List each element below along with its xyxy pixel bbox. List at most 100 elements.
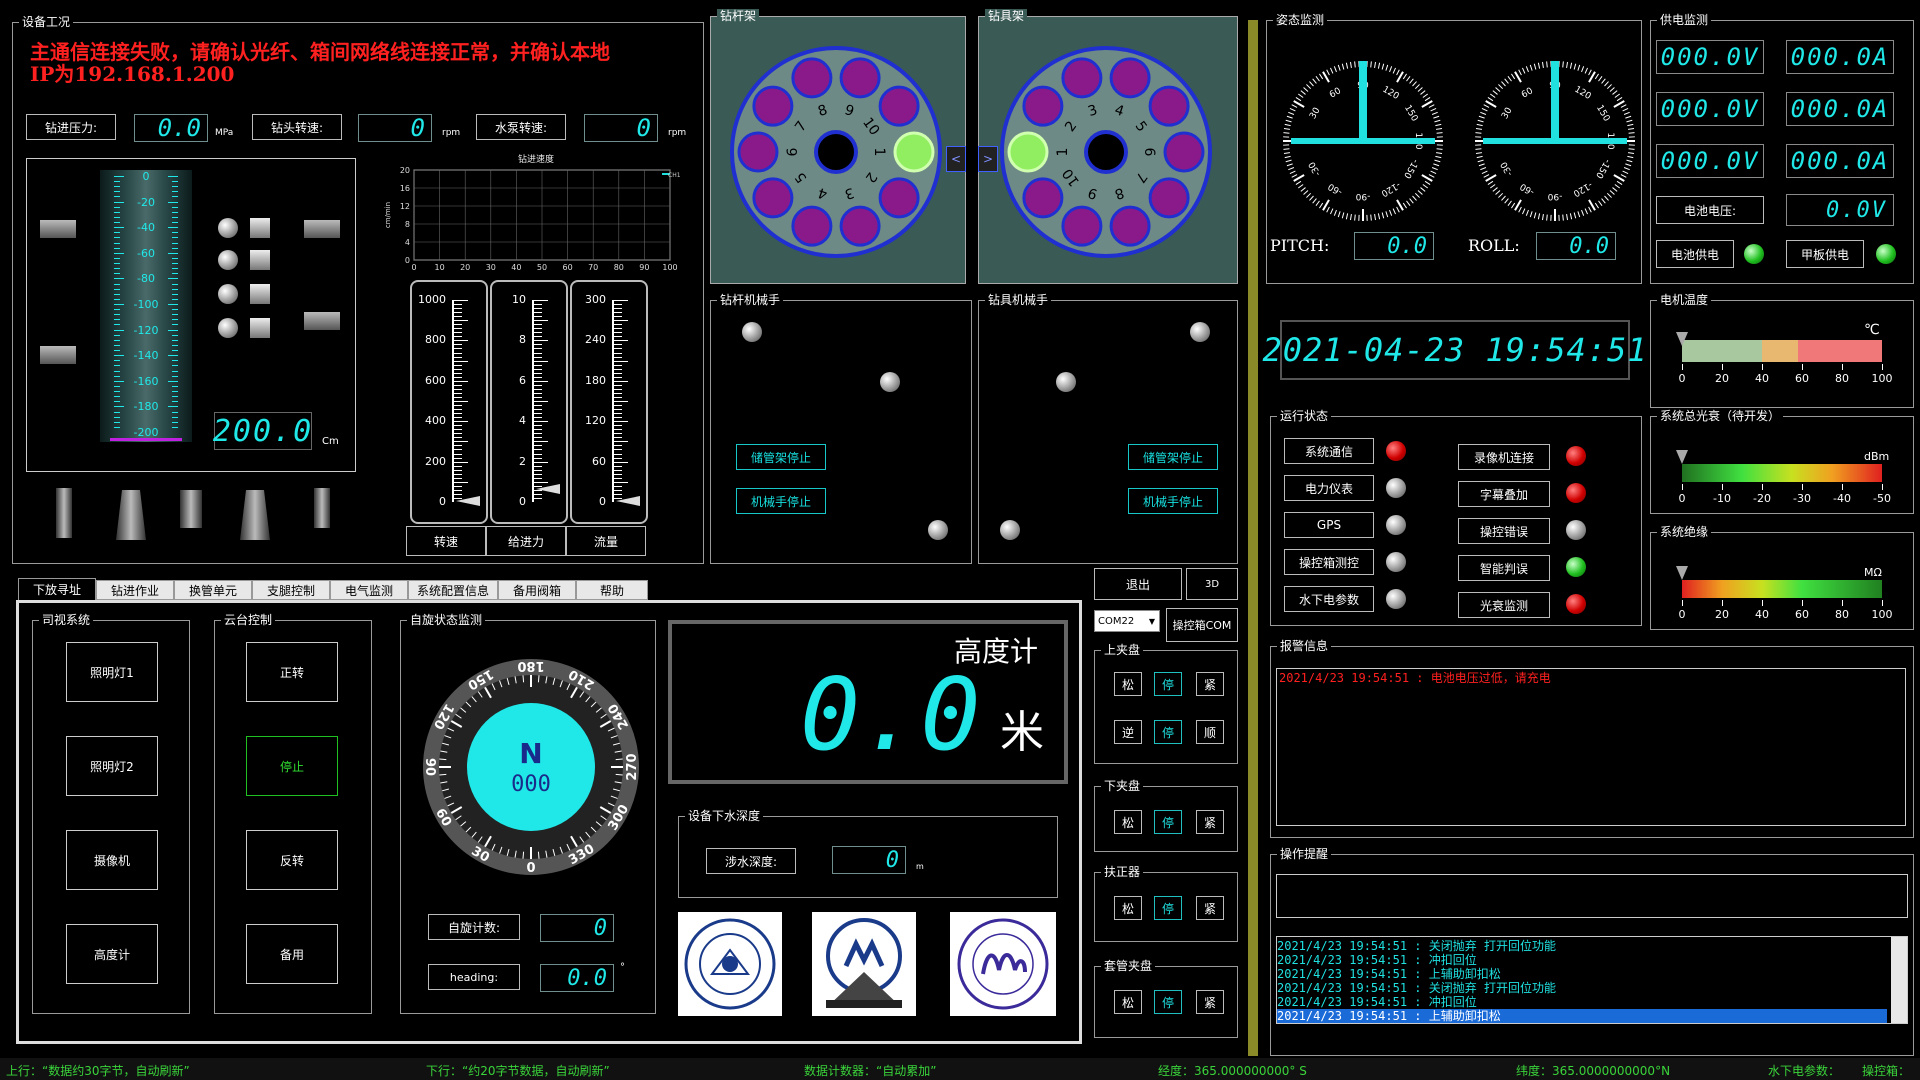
slot-filled[interactable]: [737, 131, 779, 173]
depth-tick-mark: [114, 406, 124, 408]
ptz-button[interactable]: 备用: [246, 924, 338, 984]
slot-filled[interactable]: [752, 177, 794, 219]
chuck-button[interactable]: 停: [1154, 990, 1182, 1014]
slot-filled[interactable]: [1061, 205, 1103, 247]
run-state-item[interactable]: 系统通信: [1284, 438, 1374, 464]
depth-tick-mark: [172, 283, 178, 285]
run-state-item[interactable]: 光衰监测: [1458, 592, 1550, 618]
status-led: [1566, 483, 1586, 503]
pump-speed-label: 水泵转速:: [476, 114, 566, 140]
rod-rack-stop-button[interactable]: 储管架停止: [736, 444, 826, 470]
dial-tick: [1354, 214, 1356, 221]
chuck-button[interactable]: 紧: [1196, 896, 1224, 920]
ops-log-entry[interactable]: 2021/4/23 19:54:51 : 关闭抛弃 打开回位功能: [1277, 981, 1887, 995]
ops-log-entry[interactable]: 2021/4/23 19:54:51 : 关闭抛弃 打开回位功能: [1277, 939, 1887, 953]
run-state-item[interactable]: 录像机连接: [1458, 444, 1550, 470]
chuck-button[interactable]: 紧: [1196, 810, 1224, 834]
tool-rack-stop-button[interactable]: 储管架停止: [1128, 444, 1218, 470]
slot-filled[interactable]: [878, 177, 920, 219]
ptz-button[interactable]: 停止: [246, 736, 338, 796]
slot-filled[interactable]: [791, 57, 833, 99]
tool-arm-stop-button[interactable]: 机械手停止: [1128, 488, 1218, 514]
depth-tick-mark: [172, 350, 178, 351]
tab-4[interactable]: 电气监测: [330, 580, 408, 600]
gauge-tick-mark: [534, 392, 542, 394]
tab-1[interactable]: 钻进作业: [96, 580, 174, 600]
lighting-button[interactable]: 摄像机: [66, 830, 158, 890]
slot-active[interactable]: [893, 131, 935, 173]
control-box-com-button[interactable]: 操控箱COM: [1166, 608, 1238, 642]
slot-filled[interactable]: [1061, 57, 1103, 99]
part-icon-5: [314, 488, 330, 528]
slot-active[interactable]: [1007, 131, 1049, 173]
gauge-tick-mark: [614, 392, 622, 394]
run-state-item[interactable]: 操控箱测控: [1284, 549, 1374, 575]
chuck-button[interactable]: 松: [1114, 672, 1142, 696]
ops-scrollbar[interactable]: [1891, 937, 1907, 1023]
slot-filled[interactable]: [839, 205, 881, 247]
lighting-button[interactable]: 照明灯1: [66, 642, 158, 702]
slot-filled[interactable]: [1163, 131, 1205, 173]
slot-filled[interactable]: [1109, 205, 1151, 247]
tool-rack-arrow-button[interactable]: >: [978, 146, 998, 172]
tab-2[interactable]: 换管单元: [174, 580, 252, 600]
exit-button[interactable]: 退出: [1094, 568, 1182, 600]
chuck-button[interactable]: 松: [1114, 990, 1142, 1014]
lighting-button[interactable]: 高度计: [66, 924, 158, 984]
chuck-button[interactable]: 停: [1154, 896, 1182, 920]
tab-7[interactable]: 帮助: [576, 580, 648, 600]
ops-log-entry[interactable]: 2021/4/23 19:54:51 : 冲扣回位: [1277, 995, 1887, 1009]
ops-log-entry[interactable]: 2021/4/23 19:54:51 : 冲扣回位: [1277, 953, 1887, 967]
run-state-item[interactable]: 操控错误: [1458, 518, 1550, 544]
chuck-button[interactable]: 紧: [1196, 990, 1224, 1014]
lighting-button[interactable]: 照明灯2: [66, 736, 158, 796]
ptz-button[interactable]: 正转: [246, 642, 338, 702]
slot-filled[interactable]: [839, 57, 881, 99]
run-state-item[interactable]: 智能判误: [1458, 555, 1550, 581]
ptz-button[interactable]: 反转: [246, 830, 338, 890]
run-state-item[interactable]: 字幕叠加: [1458, 481, 1550, 507]
drill-speed-value: 0: [358, 114, 432, 142]
slot-filled[interactable]: [1022, 85, 1064, 127]
com-port-select[interactable]: COM22 ▼: [1094, 610, 1160, 632]
run-state-item[interactable]: 水下电参数: [1284, 586, 1374, 612]
chuck-button[interactable]: 紧: [1196, 672, 1224, 696]
ops-log-entry[interactable]: 2021/4/23 19:54:51 : 上辅助卸扣松: [1277, 1009, 1887, 1023]
chart-xtick-label: 10: [435, 263, 445, 272]
rod-carousel: 12345678 910: [730, 46, 942, 258]
chuck-button[interactable]: 松: [1114, 896, 1142, 920]
run-state-item[interactable]: 电力仪表: [1284, 475, 1374, 501]
slot-filled[interactable]: [878, 85, 920, 127]
tab-3[interactable]: 支腿控制: [252, 580, 330, 600]
slot-filled[interactable]: [1148, 85, 1190, 127]
chuck-button[interactable]: 停: [1154, 810, 1182, 834]
slot-filled[interactable]: [752, 85, 794, 127]
ops-log-entry[interactable]: 2021/4/23 19:54:51 : 上辅助卸扣松: [1277, 967, 1887, 981]
gauge-tick-mark: [534, 461, 548, 463]
depth-tick-mark: [172, 293, 178, 295]
tab-5[interactable]: 系统配置信息: [408, 580, 498, 600]
3d-button[interactable]: 3D: [1186, 568, 1238, 600]
tab-0[interactable]: 下放寻址: [18, 578, 96, 600]
ops-log[interactable]: 2021/4/23 19:54:51 : 关闭抛弃 打开回位功能 2021/4/2…: [1276, 936, 1908, 1024]
slot-filled[interactable]: [1022, 177, 1064, 219]
slot-filled[interactable]: [791, 205, 833, 247]
depth-tick-mark: [114, 268, 120, 270]
chuck-button[interactable]: 停: [1154, 672, 1182, 696]
rod-arm-stop-button[interactable]: 机械手停止: [736, 488, 826, 514]
depth-tick-mark: [114, 380, 124, 382]
spin-count-value: 0: [540, 914, 614, 942]
chuck-button[interactable]: 松: [1114, 810, 1142, 834]
chuck-button[interactable]: 停: [1154, 720, 1182, 744]
gauge-tick-mark: [534, 376, 542, 378]
chuck-button[interactable]: 逆: [1114, 720, 1142, 744]
slot-filled[interactable]: [1148, 177, 1190, 219]
level-tick-mark: [1882, 600, 1883, 606]
chuck-button[interactable]: 顺: [1196, 720, 1224, 744]
slot-filled[interactable]: [1109, 57, 1151, 99]
current-1: 000.0A: [1786, 40, 1894, 74]
tab-6[interactable]: 备用阀箱: [498, 580, 576, 600]
ops-input-box[interactable]: [1276, 874, 1908, 918]
run-state-item[interactable]: GPS: [1284, 512, 1374, 538]
rod-rack-arrow-button[interactable]: <: [946, 146, 966, 172]
